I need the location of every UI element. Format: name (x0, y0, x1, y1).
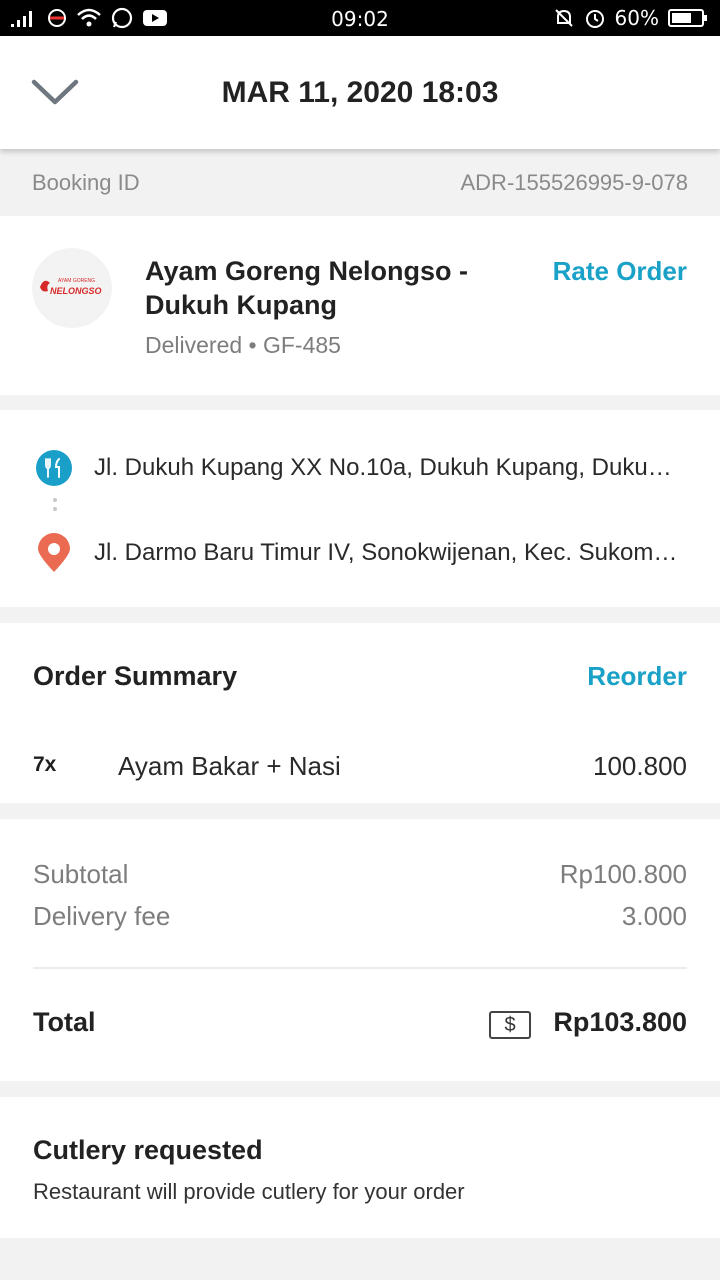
subtotal-label: Subtotal (33, 859, 129, 889)
location-pin-icon (38, 533, 70, 572)
subtotal-value: Rp100.800 (559, 859, 687, 889)
rate-order-button[interactable]: Rate Order (553, 256, 687, 287)
pickup-address: Jl. Dukuh Kupang XX No.10a, Dukuh Kupang… (94, 454, 684, 481)
battery-icon (668, 9, 707, 27)
item-name: Ayam Bakar + Nasi (118, 751, 341, 781)
status-icons-right: 60% (553, 6, 708, 30)
booking-id-label: Booking ID (32, 170, 140, 195)
booking-id-row: Booking ID ADR-155526995-9-078 (0, 150, 720, 216)
restaurant-name: Ayam Goreng Nelongso - Dukuh Kupang (145, 256, 469, 320)
svg-text:NELONGSO: NELONGSO (50, 286, 102, 296)
status-bar: 09:02 60% (0, 0, 720, 36)
reorder-button[interactable]: Reorder (587, 661, 687, 692)
restaurant-card: AYAM GORENG NELONGSO Ayam Goreng Nelongs… (0, 216, 720, 395)
mute-icon (554, 9, 573, 27)
battery-percent: 60% (614, 6, 659, 30)
total-value: Rp103.800 (553, 1007, 687, 1037)
delivery-fee-value: 3.000 (621, 901, 687, 931)
cutlery-subtitle: Restaurant will provide cutlery for your… (33, 1179, 465, 1204)
total-label: Total (33, 1007, 96, 1037)
order-status: Delivered • GF-485 (145, 332, 341, 358)
page-title: MAR 11, 2020 18:03 (221, 76, 499, 109)
restaurant-logo: AYAM GORENG NELONGSO (32, 248, 112, 328)
svg-text:AYAM GORENG: AYAM GORENG (58, 278, 95, 284)
pickup-location: Jl. Dukuh Kupang XX No.10a, Dukuh Kupang… (36, 448, 684, 488)
cash-icon: $ (489, 1011, 531, 1039)
alarm-icon (585, 10, 604, 28)
nelongso-logo-icon: AYAM GORENG NELONGSO (40, 278, 102, 296)
dropoff-address: Jl. Darmo Baru Timur IV, Sonokwijenan, K… (94, 539, 684, 566)
dropoff-location: Jl. Darmo Baru Timur IV, Sonokwijenan, K… (36, 533, 684, 573)
app-header: MAR 11, 2020 18:03 (0, 36, 720, 149)
order-summary-title: Order Summary (33, 661, 238, 691)
restaurant-cutlery-icon (36, 450, 72, 486)
payment-card: Subtotal Rp100.800 Delivery fee 3.000 To… (0, 819, 720, 1081)
booking-id-value: ADR-155526995-9-078 (460, 170, 689, 195)
divider (33, 967, 687, 969)
cutlery-card: Cutlery requested Restaurant will provid… (0, 1097, 720, 1238)
locations-card: Jl. Dukuh Kupang XX No.10a, Dukuh Kupang… (0, 410, 720, 607)
route-dots (53, 498, 57, 516)
item-price: 100.800 (593, 751, 687, 781)
delivery-fee-label: Delivery fee (33, 901, 171, 931)
item-quantity: 7x (33, 753, 57, 776)
cutlery-title: Cutlery requested (33, 1135, 263, 1165)
order-summary-card: Order Summary Reorder 7x Ayam Bakar + Na… (0, 623, 720, 803)
